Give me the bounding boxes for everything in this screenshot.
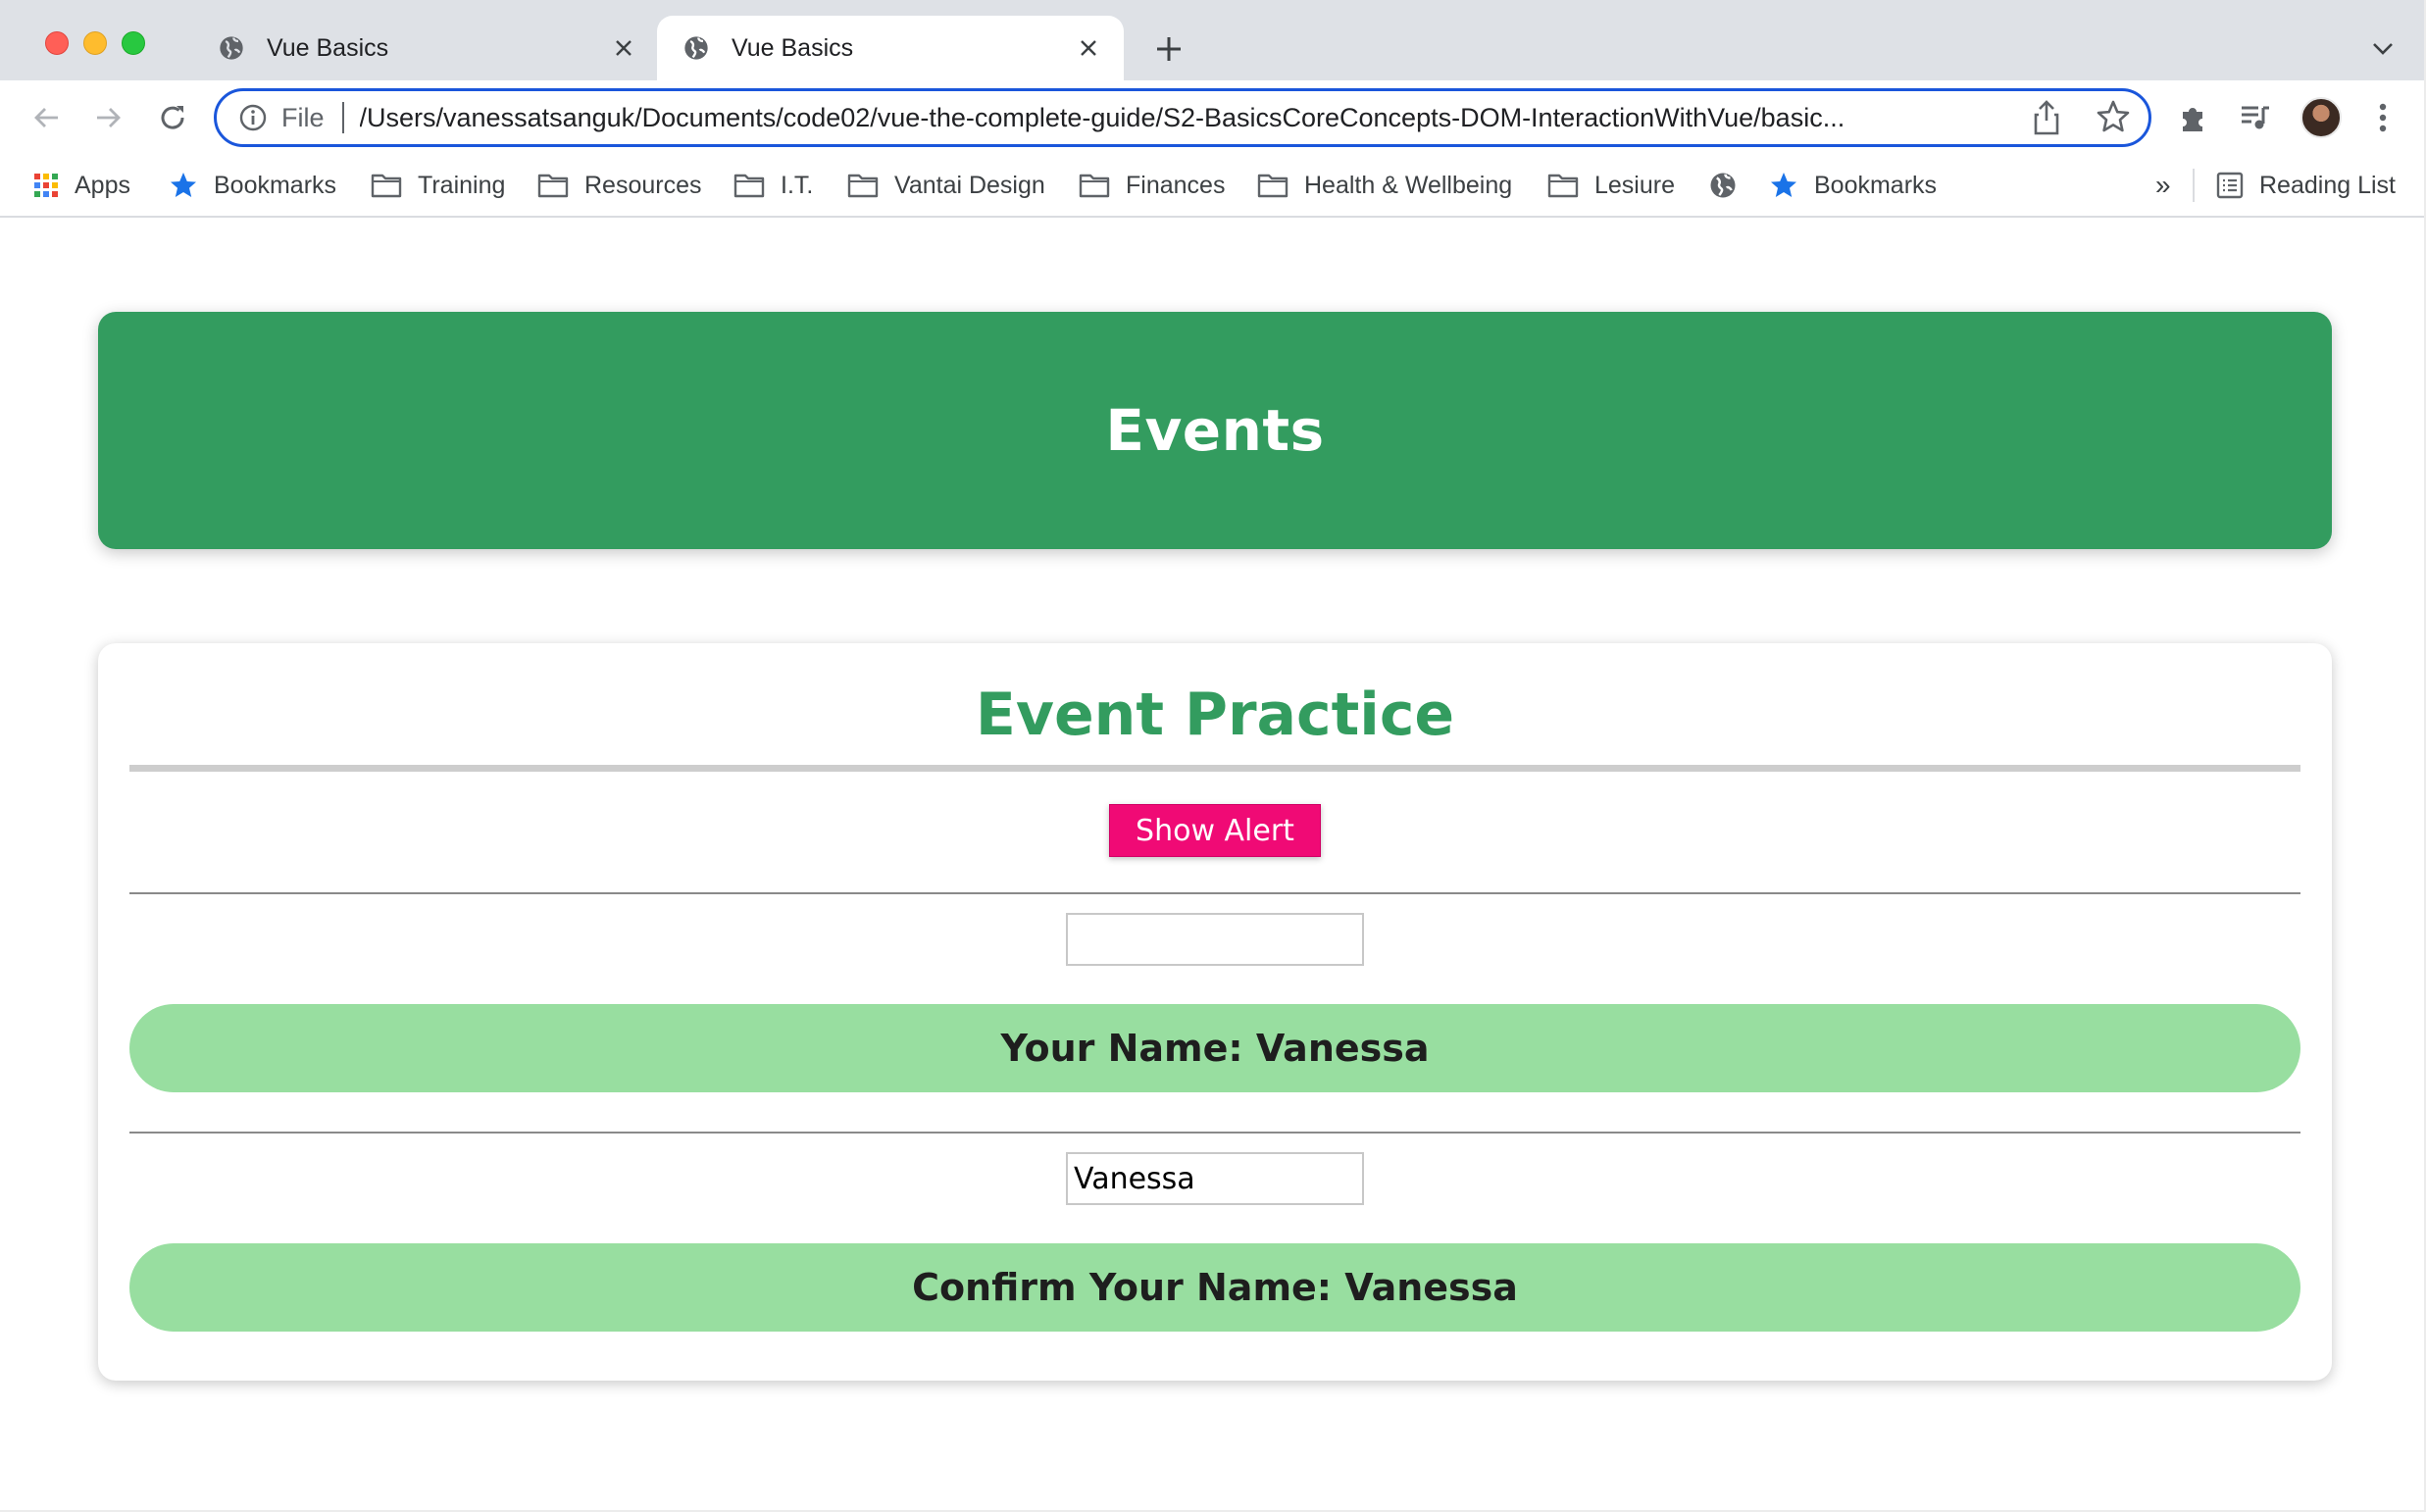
bookmark-star-icon[interactable] xyxy=(2096,99,2131,134)
minimize-window-button[interactable] xyxy=(83,31,107,55)
apps-grid-icon xyxy=(34,174,58,197)
arrow-left-icon xyxy=(34,108,58,127)
folder-icon xyxy=(1079,174,1110,198)
globe-icon xyxy=(1710,173,1736,198)
bookmark-label: Apps xyxy=(75,171,130,199)
globe-icon xyxy=(220,36,243,60)
section-divider xyxy=(129,1132,2300,1134)
tab-vue-basics-2[interactable]: Vue Basics xyxy=(657,16,1124,80)
info-icon[interactable] xyxy=(238,103,268,132)
bookmark-bookmarks[interactable]: Bookmarks xyxy=(169,163,336,208)
reload-button[interactable] xyxy=(151,96,194,139)
reload-icon xyxy=(161,106,184,129)
title-divider xyxy=(129,765,2300,772)
folder-icon xyxy=(537,174,569,198)
bookmark-label: Vantai Design xyxy=(894,171,1045,199)
confirm-name-display: Confirm Your Name: Vanessa xyxy=(129,1243,2300,1332)
globe-icon xyxy=(684,36,708,60)
folder-icon xyxy=(1257,174,1289,198)
url-text[interactable]: /Users/vanessatsanguk/Documents/code02/v… xyxy=(360,103,2017,133)
bookmark-apps[interactable]: Apps xyxy=(33,163,130,208)
browser-window: Vue Basics Vue Basics File /Users/vaness… xyxy=(0,0,2426,1512)
bookmark-folder-health-wellbeing[interactable]: Health & Wellbeing xyxy=(1257,163,1512,208)
confirm-name-input[interactable] xyxy=(1066,1152,1364,1205)
page-content: Events Event Practice Show Alert Your Na… xyxy=(0,218,2424,1510)
more-vert-icon xyxy=(2379,103,2387,132)
bookmark-folder-resources[interactable]: Resources xyxy=(537,163,702,208)
chevron-down-icon xyxy=(2373,43,2393,55)
bookmark-label: Bookmarks xyxy=(1814,171,1938,199)
arrow-right-icon xyxy=(97,108,121,127)
chevron-double-right-icon: » xyxy=(2155,170,2171,200)
bookmarks-overflow-button[interactable]: » xyxy=(2155,163,2171,208)
folder-icon xyxy=(847,174,879,198)
show-alert-button[interactable]: Show Alert xyxy=(1109,804,1321,857)
card-title: Event Practice xyxy=(975,680,1455,749)
media-controls-button[interactable] xyxy=(2234,96,2277,139)
tab-title: Vue Basics xyxy=(732,33,854,62)
star-icon xyxy=(1771,173,1796,197)
star-icon xyxy=(171,173,196,197)
bookmarks-separator xyxy=(2193,169,2195,202)
page-title: Events xyxy=(1105,397,1325,464)
browser-menu-button[interactable] xyxy=(2361,96,2404,139)
omnibox-divider xyxy=(341,102,344,133)
bookmark-label: Bookmarks xyxy=(214,171,337,199)
back-button[interactable] xyxy=(25,96,69,139)
folder-icon xyxy=(733,174,765,198)
tab-search-button[interactable] xyxy=(2363,29,2402,69)
bookmark-label: Resources xyxy=(584,171,702,199)
tab-vue-basics-1[interactable]: Vue Basics xyxy=(192,16,659,80)
bookmark-globe[interactable] xyxy=(1708,163,1738,208)
tab-close-icon[interactable] xyxy=(604,28,643,68)
bookmark-label: Finances xyxy=(1126,171,1226,199)
puzzle-icon xyxy=(2183,108,2202,131)
your-name-display: Your Name: Vanessa xyxy=(129,1004,2300,1092)
bookmark-label: I.T. xyxy=(781,171,814,199)
zoom-window-button[interactable] xyxy=(122,31,145,55)
bookmark-label: Lesiure xyxy=(1594,171,1675,199)
bookmark-folder-vantai-design[interactable]: Vantai Design xyxy=(847,163,1045,208)
bookmarks-bar: Apps Bookmarks Training Resources I.T. V… xyxy=(0,155,2424,218)
plus-icon xyxy=(1157,37,1181,61)
bookmark-folder-it[interactable]: I.T. xyxy=(733,163,813,208)
folder-icon xyxy=(1547,174,1579,198)
events-header: Events xyxy=(98,312,2332,549)
forward-button[interactable] xyxy=(86,96,129,139)
profile-avatar[interactable] xyxy=(2300,97,2342,138)
queue-music-icon xyxy=(2242,106,2269,129)
extensions-button[interactable] xyxy=(2171,96,2214,139)
bookmark-bookmarks-2[interactable]: Bookmarks xyxy=(1769,163,1937,208)
tab-strip: Vue Basics Vue Basics xyxy=(0,0,2424,80)
bookmark-label: Training xyxy=(418,171,506,199)
reading-list-icon xyxy=(2216,172,2244,199)
tab-title: Vue Basics xyxy=(267,33,389,62)
omnibox-actions xyxy=(2031,99,2131,136)
bookmark-folder-lesiure[interactable]: Lesiure xyxy=(1547,163,1675,208)
bookmark-folder-training[interactable]: Training xyxy=(371,163,505,208)
event-practice-card: Event Practice Show Alert Your Name: Van… xyxy=(98,643,2332,1381)
bookmark-label: Health & Wellbeing xyxy=(1304,171,1513,199)
new-tab-button[interactable] xyxy=(1149,29,1188,69)
bookmark-folder-finances[interactable]: Finances xyxy=(1079,163,1225,208)
reading-list-button[interactable]: Reading List xyxy=(2216,163,2396,208)
tab-close-icon[interactable] xyxy=(1069,28,1108,68)
address-bar[interactable]: File /Users/vanessatsanguk/Documents/cod… xyxy=(214,88,2151,147)
name-input[interactable] xyxy=(1066,913,1364,966)
browser-toolbar: File /Users/vanessatsanguk/Documents/cod… xyxy=(0,80,2424,155)
folder-icon xyxy=(371,174,402,198)
share-icon[interactable] xyxy=(2031,99,2062,136)
section-divider xyxy=(129,892,2300,894)
reading-list-label: Reading List xyxy=(2259,171,2396,199)
close-window-button[interactable] xyxy=(45,31,69,55)
url-scheme-label: File xyxy=(281,102,325,132)
